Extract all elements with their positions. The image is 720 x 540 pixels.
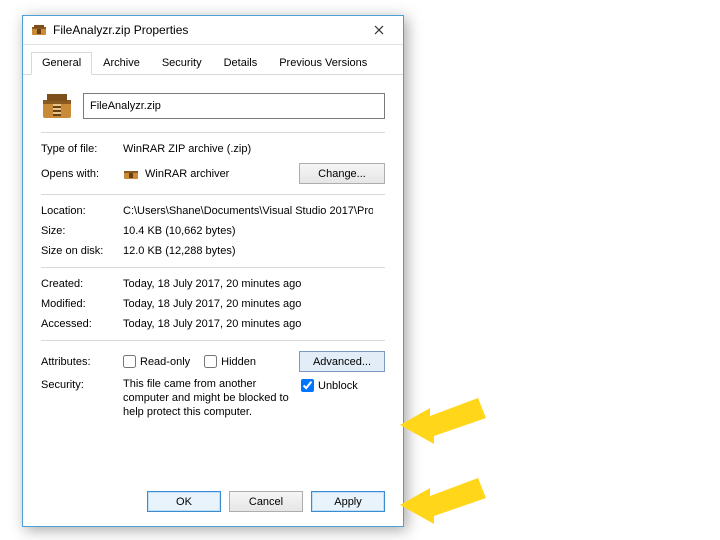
- security-label: Security:: [41, 378, 123, 391]
- file-type-icon: [41, 90, 73, 122]
- type-label: Type of file:: [41, 143, 123, 155]
- divider: [41, 194, 385, 195]
- opens-with-value: WinRAR archiver: [145, 168, 299, 180]
- divider: [41, 132, 385, 133]
- winrar-icon: [31, 22, 47, 38]
- dialog-body: Type of file: WinRAR ZIP archive (.zip) …: [23, 75, 403, 429]
- dialog-buttons: OK Cancel Apply: [147, 491, 385, 512]
- size-value: 10.4 KB (10,662 bytes): [123, 225, 236, 237]
- properties-dialog: FileAnalyzr.zip Properties General Archi…: [22, 15, 404, 527]
- security-message: This file came from another computer and…: [123, 378, 293, 419]
- unblock-text: Unblock: [318, 380, 358, 392]
- tab-details[interactable]: Details: [213, 52, 269, 75]
- apply-button[interactable]: Apply: [311, 491, 385, 512]
- close-button[interactable]: [357, 16, 401, 44]
- hidden-checkbox[interactable]: Hidden: [204, 355, 256, 368]
- tab-security[interactable]: Security: [151, 52, 213, 75]
- tab-previous-versions[interactable]: Previous Versions: [268, 52, 378, 75]
- winrar-small-icon: [123, 166, 139, 182]
- annotation-arrow-unblock: [400, 390, 490, 450]
- tab-archive[interactable]: Archive: [92, 52, 151, 75]
- opens-with-label: Opens with:: [41, 168, 123, 180]
- created-value: Today, 18 July 2017, 20 minutes ago: [123, 278, 301, 290]
- ok-button[interactable]: OK: [147, 491, 221, 512]
- location-label: Location:: [41, 205, 123, 217]
- attributes-label: Attributes:: [41, 356, 123, 368]
- divider: [41, 267, 385, 268]
- location-value: C:\Users\Shane\Documents\Visual Studio 2…: [123, 205, 373, 217]
- change-button[interactable]: Change...: [299, 163, 385, 184]
- size-label: Size:: [41, 225, 123, 237]
- advanced-button[interactable]: Advanced...: [299, 351, 385, 372]
- modified-label: Modified:: [41, 298, 123, 310]
- filename-input[interactable]: [83, 93, 385, 119]
- readonly-text: Read-only: [140, 356, 190, 368]
- accessed-value: Today, 18 July 2017, 20 minutes ago: [123, 318, 301, 330]
- cancel-button[interactable]: Cancel: [229, 491, 303, 512]
- size-on-disk-label: Size on disk:: [41, 245, 123, 257]
- accessed-label: Accessed:: [41, 318, 123, 330]
- tab-strip: General Archive Security Details Previou…: [23, 45, 403, 75]
- size-on-disk-value: 12.0 KB (12,288 bytes): [123, 245, 236, 257]
- readonly-checkbox[interactable]: Read-only: [123, 355, 190, 368]
- hidden-text: Hidden: [221, 356, 256, 368]
- titlebar: FileAnalyzr.zip Properties: [23, 16, 403, 45]
- divider: [41, 340, 385, 341]
- annotation-arrow-apply: [400, 470, 490, 530]
- type-value: WinRAR ZIP archive (.zip): [123, 143, 251, 155]
- modified-value: Today, 18 July 2017, 20 minutes ago: [123, 298, 301, 310]
- unblock-checkbox[interactable]: Unblock: [301, 379, 358, 392]
- tab-general[interactable]: General: [31, 52, 92, 75]
- window-title: FileAnalyzr.zip Properties: [53, 23, 357, 37]
- created-label: Created:: [41, 278, 123, 290]
